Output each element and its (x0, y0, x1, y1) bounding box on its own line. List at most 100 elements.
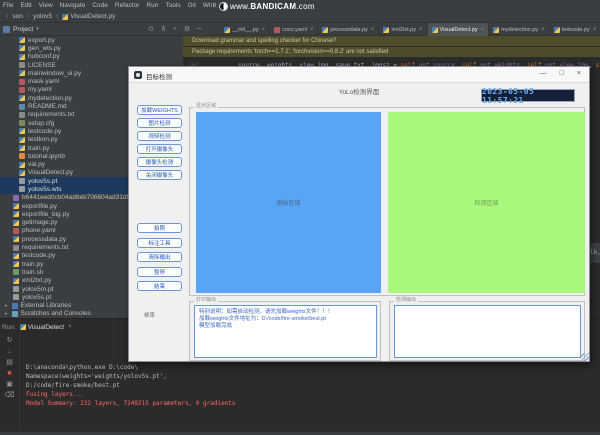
file-icon (13, 261, 19, 267)
editor-tab[interactable]: VisualDetect.py × (428, 23, 490, 36)
file-icon (13, 236, 19, 242)
window-control-icon[interactable]: □ (560, 70, 564, 77)
file-icon (19, 37, 25, 43)
dialog-button[interactable]: 暂停 (137, 267, 182, 277)
dialog-title-bar[interactable]: 目标检测 —□× (129, 67, 589, 83)
menu-item[interactable]: View (39, 2, 53, 9)
close-icon[interactable]: × (541, 27, 545, 33)
console-toolbar-icon[interactable]: ⌫ (5, 392, 15, 399)
file-icon (19, 128, 25, 134)
console-toolbar-icon[interactable]: ↓ (8, 348, 12, 355)
close-icon[interactable]: × (419, 27, 423, 33)
file-icon (19, 137, 25, 143)
print-line: 模型加载完成 (199, 323, 376, 330)
group-label: 显示区域 (194, 104, 218, 109)
editor-tab[interactable]: mydetection.py × (489, 23, 550, 36)
dialog-button[interactable]: 标注工具 (137, 238, 182, 248)
dialog-button[interactable]: 视频检测 (137, 131, 182, 141)
app-icon (134, 71, 142, 79)
console-toolbar: ↻ ↓ ▤ ■ ▣ ⌫ (0, 335, 20, 431)
window-control-icon[interactable]: — (540, 70, 547, 77)
menu-item[interactable]: Code (92, 2, 108, 9)
menu-item[interactable]: File (3, 2, 13, 9)
resize-grip[interactable] (581, 353, 589, 361)
tree-item[interactable]: export.py (0, 36, 183, 44)
toolbar-icon[interactable]: ⊙ (148, 26, 154, 33)
editor-tab[interactable]: xml2txt.py × (379, 23, 427, 36)
file-icon (13, 286, 19, 292)
top-row: Project ▾ ⊙ ⊼ ÷ ⚙ ─ __init__.py × coco.yaml … (0, 23, 600, 36)
close-icon[interactable]: × (481, 27, 485, 33)
run-tab[interactable]: VisualDetect × (20, 324, 72, 331)
window-controls: — □ × (540, 70, 581, 77)
console-line: Fusing layers... (26, 390, 236, 399)
breadcrumb-item[interactable]: son (2, 13, 23, 20)
file-icon (13, 211, 19, 217)
close-icon[interactable]: × (262, 27, 266, 33)
print-output-group: 打印输出 特别说明：如需自动检测，请先加载weights文件！！！加载weigh… (189, 301, 381, 361)
menu-item[interactable]: Refactor (115, 2, 140, 9)
file-icon (383, 27, 389, 33)
detect-output-group: 检测输出 (389, 301, 585, 361)
file-icon (19, 145, 25, 151)
editor-tab[interactable]: testcode.py × (550, 23, 600, 36)
project-title: Project (13, 26, 33, 33)
toolbar-icon[interactable]: ÷ (173, 26, 177, 33)
console-toolbar-icon[interactable]: ■ (7, 370, 11, 377)
file-icon (19, 104, 25, 110)
dialog-button[interactable]: 清除输出 (137, 252, 182, 262)
dialog-button[interactable]: 打开摄像头 (137, 144, 182, 154)
group-label: 打印输出 (194, 298, 218, 303)
print-line: 加载weights文件地址为：D:/code/fire-smoke/best.p… (199, 316, 376, 323)
editor-tab[interactable]: __init__.py × (220, 23, 270, 36)
dialog-button[interactable]: 拍照 (137, 223, 182, 233)
toolbar-icon[interactable]: ─ (197, 26, 202, 33)
menu-item[interactable]: Navigate (60, 2, 86, 9)
run-tab-row: Run: VisualDetect × (0, 321, 72, 333)
close-icon[interactable]: × (310, 27, 314, 33)
file-icon (19, 95, 25, 101)
breadcrumb-item[interactable]: VisualDetect.py (52, 13, 115, 20)
console-toolbar-icon[interactable]: ▣ (6, 381, 13, 388)
print-output-box[interactable]: 特别说明：如需自动检测，请先加载weights文件！！！加载weights文件地… (194, 305, 377, 358)
screen: File Edit View Navigate Code Refactor Run Tools… (0, 0, 600, 435)
window-control-icon[interactable]: × (577, 70, 581, 77)
dialog-button[interactable]: 摄像头检测 (137, 157, 182, 167)
project-panel-header[interactable]: Project ▾ (3, 23, 39, 35)
console-toolbar-icon[interactable]: ↻ (7, 337, 13, 344)
editor-tab[interactable]: coco.yaml × (270, 23, 318, 36)
close-icon[interactable]: × (593, 27, 597, 33)
console-line: D:\anaconda\python.exe D:\code\ (26, 363, 236, 372)
breadcrumb-item[interactable]: yolov5 (23, 13, 52, 20)
file-icon (13, 228, 19, 234)
toolbar-icon[interactable]: ⊼ (161, 26, 166, 33)
console-toolbar-icon[interactable]: ▤ (6, 359, 13, 366)
toolbar-icon[interactable]: ⚙ (184, 26, 190, 33)
control-buttons-bottom: 拍照标注工具清除输出暂停结束 (137, 223, 182, 291)
notification-banner[interactable]: Download grammar and spelling checker fo… (183, 36, 600, 47)
dialog-button[interactable]: 图片检测 (137, 118, 182, 128)
file-icon (554, 27, 560, 33)
close-icon[interactable]: × (371, 27, 375, 33)
detect-output-box[interactable] (394, 305, 581, 358)
project-icon (3, 26, 10, 33)
dialog-button[interactable]: 加载WEIGHTS (137, 105, 182, 115)
print-line: 特别说明：如需自动检测，请先加载weights文件！！！ (199, 309, 376, 316)
menu-item[interactable]: Edit (20, 2, 31, 9)
file-icon (432, 27, 438, 33)
editor-tab[interactable]: processdata.py × (318, 23, 379, 36)
tree-item[interactable]: hubconf.py (0, 53, 183, 61)
tree-item[interactable]: gen_wts.py (0, 44, 183, 52)
group-label: 检测输出 (394, 298, 418, 303)
menu-item[interactable]: Tools (165, 2, 180, 9)
dialog-button[interactable]: 关闭摄像头 (137, 170, 182, 180)
dialog-button[interactable]: 结束 (137, 281, 182, 291)
menu-item[interactable]: Git (188, 2, 196, 9)
menu-item[interactable]: Run (146, 2, 158, 9)
file-icon (12, 311, 18, 317)
code-fragment: lk, (590, 249, 600, 256)
file-icon (224, 27, 230, 33)
notification-banner[interactable]: Package requirements 'torch==1.7.1', 'to… (183, 47, 600, 58)
fps-label: 帧率 (144, 311, 155, 319)
close-icon[interactable]: × (68, 324, 72, 330)
